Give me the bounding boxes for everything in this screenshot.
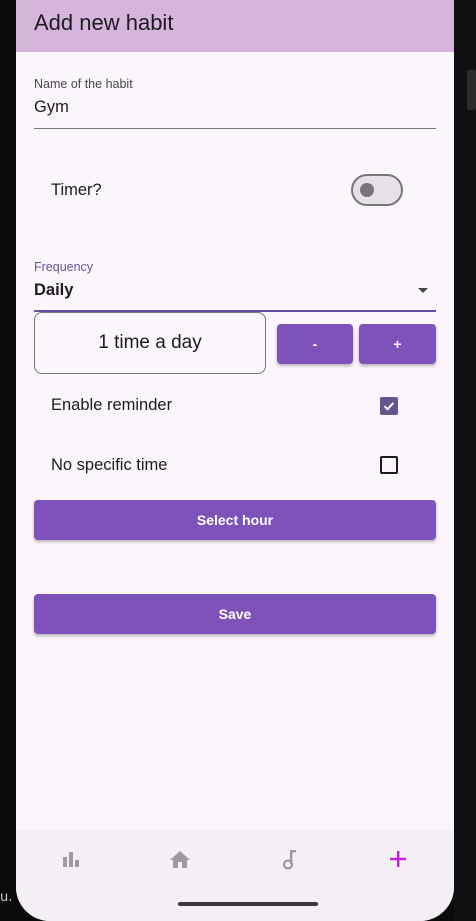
no-specific-time-checkbox[interactable] xyxy=(380,456,398,474)
edge-text: u. xyxy=(0,890,13,905)
times-per-day-display: 1 time a day xyxy=(34,312,266,374)
timer-switch-knob xyxy=(360,183,374,197)
bar-chart-icon xyxy=(63,852,79,867)
checkmark-icon xyxy=(383,402,395,411)
frequency-label: Frequency xyxy=(34,260,94,274)
device-frame-edge xyxy=(454,0,476,921)
nav-home[interactable] xyxy=(160,844,200,874)
frequency-value: Daily xyxy=(34,281,74,299)
timer-switch[interactable] xyxy=(351,174,403,206)
decrement-button[interactable]: - xyxy=(277,324,353,364)
phone-screen: Add new habit Name of the habit Gym Time… xyxy=(16,0,454,921)
home-indicator xyxy=(178,902,318,906)
nav-add[interactable] xyxy=(378,844,418,874)
no-specific-time-label: No specific time xyxy=(51,456,168,474)
bottom-navigation xyxy=(16,830,454,921)
home-icon xyxy=(170,851,190,868)
nav-stats[interactable] xyxy=(51,844,91,874)
habit-name-value[interactable]: Gym xyxy=(34,98,69,117)
timer-label: Timer? xyxy=(51,181,102,199)
music-note-icon xyxy=(282,850,296,870)
save-button[interactable]: Save xyxy=(34,594,436,634)
select-hour-button[interactable]: Select hour xyxy=(34,500,436,540)
dropdown-arrow-icon[interactable] xyxy=(418,288,428,293)
increment-button[interactable]: + xyxy=(359,324,436,364)
enable-reminder-label: Enable reminder xyxy=(51,396,173,414)
device-side-button xyxy=(467,70,476,110)
enable-reminder-checkbox[interactable] xyxy=(380,397,398,415)
add-icon xyxy=(390,851,406,867)
nav-music[interactable] xyxy=(270,844,310,874)
app-bar: Add new habit xyxy=(16,0,454,52)
habit-name-label: Name of the habit xyxy=(34,77,133,91)
page-title: Add new habit xyxy=(34,10,174,35)
habit-name-underline xyxy=(34,128,436,129)
